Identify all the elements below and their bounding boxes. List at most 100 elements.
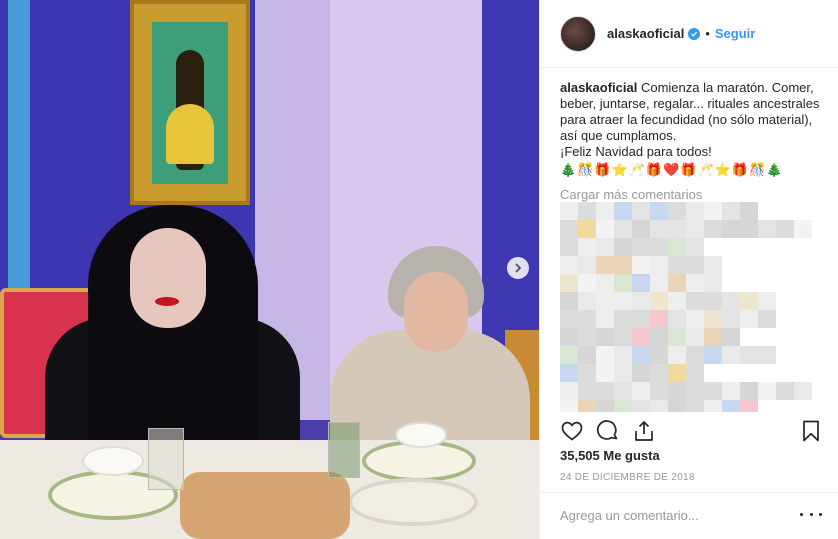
pixel-cell xyxy=(614,364,632,382)
pixel-cell xyxy=(650,202,668,220)
pixel-cell xyxy=(722,292,740,310)
pixel-cell xyxy=(596,328,614,346)
pixel-cell xyxy=(614,310,632,328)
plate-center xyxy=(348,478,478,526)
caption-emojis: 🎄🎊🎁⭐🥂🎁❤️🎁🥂⭐🎁🎊🎄 xyxy=(560,162,784,177)
pixel-cell xyxy=(794,220,812,238)
pixel-cell xyxy=(722,202,740,220)
chevron-right-icon xyxy=(515,263,522,273)
next-photo-button[interactable] xyxy=(507,257,529,279)
pixel-cell xyxy=(758,220,776,238)
pixel-cell xyxy=(704,310,722,328)
pixel-cell xyxy=(704,274,722,292)
pixel-cell xyxy=(632,382,650,400)
pixel-cell xyxy=(632,328,650,346)
comment-divider xyxy=(540,492,838,493)
comment-bubble-icon[interactable] xyxy=(596,419,620,443)
heart-icon[interactable] xyxy=(560,419,584,443)
pixel-cell xyxy=(596,238,614,256)
pixel-cell xyxy=(740,346,758,364)
pixel-cell xyxy=(668,364,686,382)
ellipsis-dot xyxy=(819,512,822,516)
pixel-cell xyxy=(596,202,614,220)
pixel-cell xyxy=(578,274,596,292)
pixel-cell xyxy=(578,256,596,274)
pixel-cell xyxy=(614,328,632,346)
pixel-cell xyxy=(686,364,704,382)
pixel-cell xyxy=(722,310,740,328)
pixel-cell xyxy=(560,346,578,364)
pixel-cell xyxy=(704,400,722,412)
person-right-face xyxy=(404,272,468,352)
pixel-cell xyxy=(686,400,704,412)
glass-right xyxy=(328,422,360,478)
pixel-cell xyxy=(614,346,632,364)
pixel-cell xyxy=(668,310,686,328)
pixel-cell xyxy=(578,346,596,364)
ellipsis-dot xyxy=(800,512,803,516)
pixel-cell xyxy=(650,220,668,238)
pixel-cell xyxy=(704,328,722,346)
post-side-panel: alaskaoficial • Seguir alaskaoficial Com… xyxy=(539,0,838,539)
pixel-cell xyxy=(650,310,668,328)
pixel-cell xyxy=(578,310,596,328)
pixel-cell xyxy=(632,256,650,274)
bookmark-icon[interactable] xyxy=(799,419,823,443)
pixel-cell xyxy=(668,400,686,412)
load-more-comments-button[interactable]: Cargar más comentarios xyxy=(560,187,822,202)
bowl-left xyxy=(82,446,144,476)
pixel-cell xyxy=(596,274,614,292)
pixel-cell xyxy=(758,382,776,400)
door-frame xyxy=(8,0,30,300)
pixel-cell xyxy=(740,202,758,220)
pixel-cell xyxy=(668,256,686,274)
pixel-cell xyxy=(668,292,686,310)
pixel-cell xyxy=(632,364,650,382)
pixel-cell xyxy=(614,220,632,238)
verified-badge-icon xyxy=(688,27,701,40)
pixel-cell xyxy=(596,256,614,274)
comment-input[interactable] xyxy=(560,506,780,524)
pixel-cell xyxy=(668,346,686,364)
post-header: alaskaoficial • Seguir xyxy=(540,0,838,68)
pixel-cell xyxy=(668,238,686,256)
pixel-cell xyxy=(650,400,668,412)
pixel-cell xyxy=(686,310,704,328)
pixel-cell xyxy=(776,220,794,238)
likes-count[interactable]: 35,505 Me gusta xyxy=(560,448,660,463)
pixel-cell xyxy=(560,292,578,310)
pixel-cell xyxy=(578,382,596,400)
share-icon[interactable] xyxy=(632,419,656,443)
caption-username[interactable]: alaskaoficial xyxy=(560,80,637,95)
pixel-cell xyxy=(704,382,722,400)
pixel-cell xyxy=(596,346,614,364)
pixel-cell xyxy=(596,292,614,310)
avatar[interactable] xyxy=(560,15,596,52)
pixel-cell xyxy=(596,400,614,412)
pixel-cell xyxy=(686,202,704,220)
pixel-cell xyxy=(560,400,578,412)
follow-button[interactable]: Seguir xyxy=(715,26,755,41)
pixel-cell xyxy=(614,382,632,400)
pixel-cell xyxy=(668,220,686,238)
pixel-cell xyxy=(722,346,740,364)
pixel-cell xyxy=(632,220,650,238)
post-photo[interactable] xyxy=(0,0,539,539)
pixel-cell xyxy=(596,220,614,238)
pixel-cell xyxy=(632,274,650,292)
food-tray xyxy=(180,472,350,539)
bowl-right xyxy=(395,422,447,448)
pixel-cell xyxy=(560,256,578,274)
pixel-cell xyxy=(596,364,614,382)
pixel-cell xyxy=(686,238,704,256)
header-username[interactable]: alaskaoficial xyxy=(607,26,684,41)
ellipsis-icon[interactable] xyxy=(800,505,822,523)
pixel-cell xyxy=(740,400,758,412)
pixel-cell xyxy=(668,382,686,400)
pixel-cell xyxy=(614,400,632,412)
pixel-cell xyxy=(650,256,668,274)
pixel-cell xyxy=(632,202,650,220)
ellipsis-dot xyxy=(809,512,813,516)
pixel-cell xyxy=(758,292,776,310)
post-actions xyxy=(560,419,822,445)
